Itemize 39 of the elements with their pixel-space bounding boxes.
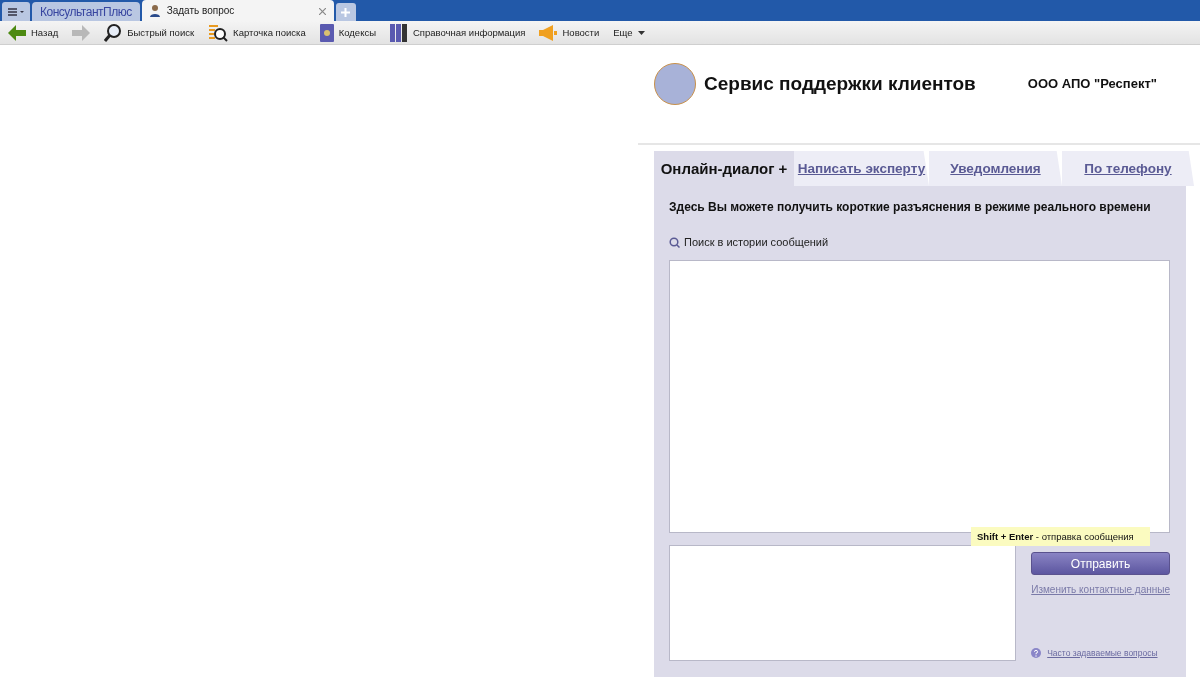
forward-arrow-icon — [72, 24, 91, 41]
search-card-icon — [208, 23, 229, 42]
back-arrow-icon — [8, 24, 26, 41]
search-icon — [104, 23, 123, 42]
toolbar-button[interactable]: Карточка поиска — [208, 23, 306, 42]
tab[interactable]: По телефону — [1062, 151, 1194, 186]
history-search-link[interactable]: Поиск в истории сообщений — [684, 236, 829, 248]
tooltip: Shift + Enter - отправка сообщения — [971, 527, 1150, 546]
company-name: ООО АПО "Респект" — [1027, 76, 1157, 91]
send-button[interactable]: Отправить — [1031, 552, 1170, 575]
plus-icon — [341, 7, 351, 17]
tab[interactable]: Уведомления — [929, 151, 1062, 186]
menu-icon — [8, 7, 24, 16]
toolbar-button[interactable]: Новости — [539, 24, 600, 41]
message-input[interactable] — [669, 545, 1017, 661]
binders-icon — [390, 23, 408, 42]
megaphone-icon — [539, 24, 558, 41]
close-icon[interactable] — [318, 7, 326, 15]
brand-tab[interactable]: КонсультантПлюс — [32, 2, 140, 21]
tab[interactable]: Написать эксперту — [794, 151, 929, 186]
toolbar-button[interactable]: Быстрый поиск — [104, 23, 195, 42]
intro-text: Здесь Вы можете получить короткие разъяснения в режиме реального времени — [669, 200, 1152, 214]
new-tab-button[interactable] — [335, 3, 356, 21]
service-title: Сервис поддержки клиентов — [704, 73, 976, 95]
toolbar-button[interactable] — [72, 24, 91, 41]
toolbar-button[interactable]: Назад — [8, 24, 59, 41]
toolbar-button[interactable]: Справочная информация — [390, 23, 526, 42]
help-icon — [1031, 648, 1042, 658]
faq-link[interactable]: Часто задаваемые вопросы — [1047, 648, 1158, 658]
tab[interactable]: Онлайн-диалог + — [654, 151, 794, 186]
book-icon — [319, 23, 334, 42]
browser-tab[interactable]: Задать вопрос — [141, 0, 334, 21]
search-icon — [669, 236, 680, 248]
person-icon — [149, 4, 162, 17]
caret-icon — [637, 30, 645, 35]
menu-button[interactable] — [2, 2, 30, 21]
toolbar-button[interactable]: Кодексы — [319, 23, 376, 42]
toolbar-button[interactable]: Еще — [613, 27, 645, 38]
avatar-circle — [654, 63, 696, 105]
